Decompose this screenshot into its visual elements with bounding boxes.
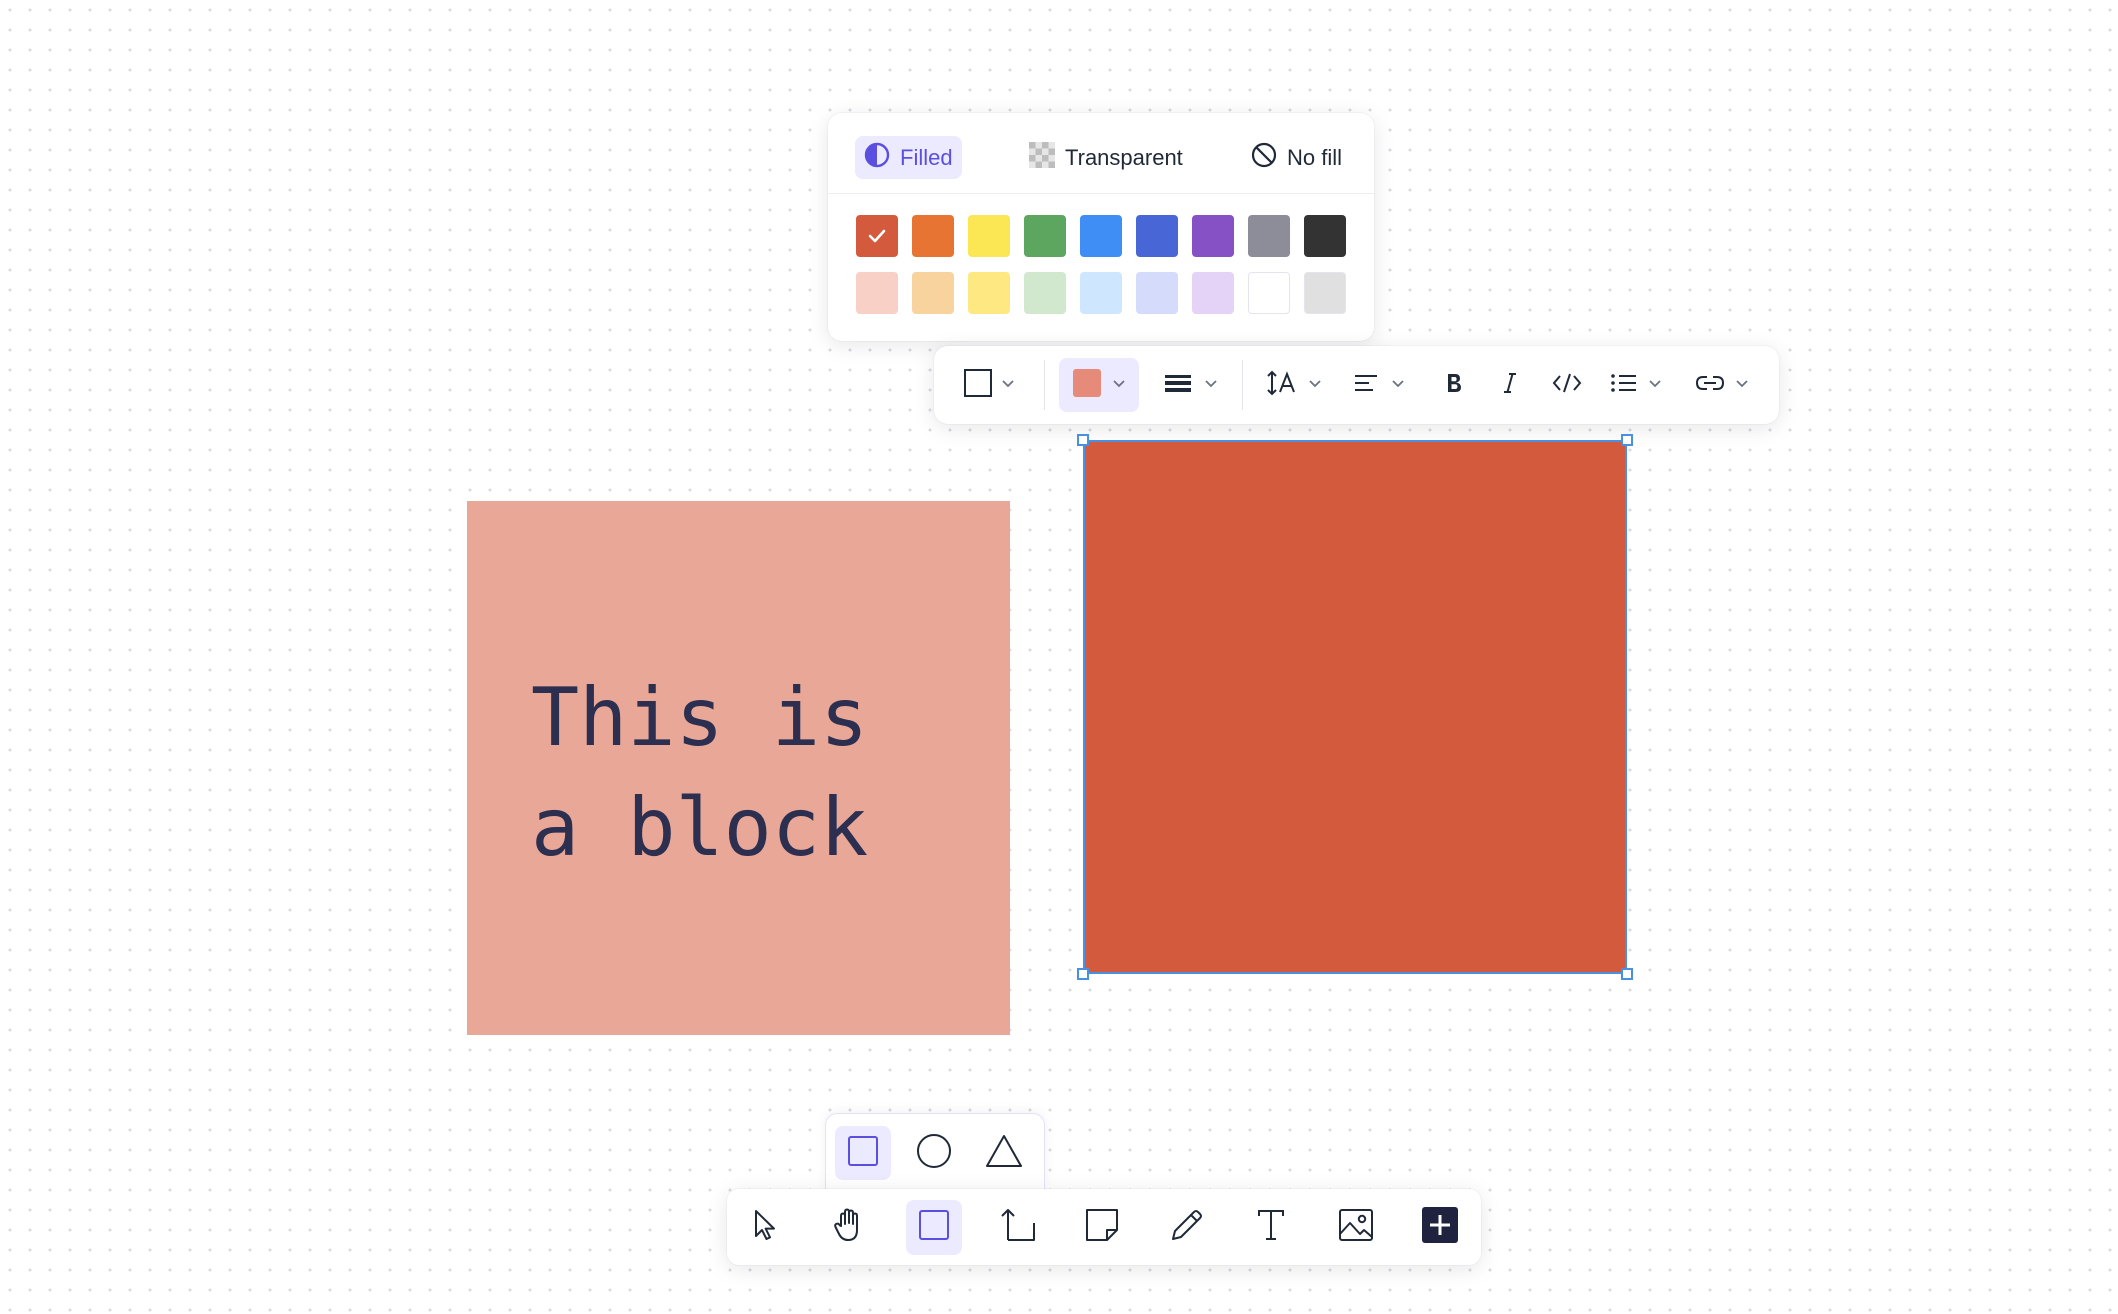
color-swatch[interactable] — [1192, 272, 1234, 314]
shape-circle-button[interactable] — [906, 1126, 962, 1180]
resize-handle-bottom-left[interactable] — [1077, 968, 1089, 980]
list-icon — [1610, 372, 1638, 399]
sticky-note-tool-button[interactable] — [1074, 1200, 1130, 1255]
shape-icon — [918, 1209, 950, 1246]
link-icon — [1695, 373, 1725, 398]
color-swatch[interactable] — [856, 215, 898, 257]
shape-picker — [825, 1113, 1045, 1190]
color-swatch[interactable] — [1136, 215, 1178, 257]
shape-triangle-button[interactable] — [976, 1126, 1032, 1180]
circle-icon — [916, 1133, 952, 1174]
chevron-down-icon — [1001, 376, 1015, 394]
color-swatch[interactable] — [1304, 272, 1346, 314]
resize-handle-top-right[interactable] — [1621, 434, 1633, 446]
fill-color-dropdown[interactable] — [1059, 346, 1139, 424]
resize-handle-top-left[interactable] — [1077, 434, 1089, 446]
selected-shape-block[interactable] — [1077, 434, 1633, 980]
color-swatch[interactable] — [1080, 215, 1122, 257]
stroke-width-icon — [1164, 371, 1192, 400]
pen-tool-button[interactable] — [1159, 1200, 1215, 1255]
color-swatch[interactable] — [1248, 215, 1290, 257]
connector-icon — [999, 1207, 1037, 1248]
shape-tool-button[interactable] — [906, 1200, 962, 1255]
list-dropdown[interactable] — [1601, 346, 1671, 424]
color-swatch[interactable] — [912, 215, 954, 257]
color-swatch[interactable] — [1024, 272, 1066, 314]
text-align-icon — [1353, 372, 1379, 399]
chevron-down-icon — [1735, 376, 1749, 394]
chevron-down-icon — [1308, 376, 1322, 394]
text-size-dropdown[interactable] — [1259, 346, 1329, 424]
image-tool-button[interactable] — [1328, 1200, 1384, 1255]
color-swatch[interactable] — [1024, 215, 1066, 257]
fill-color-icon — [1072, 368, 1102, 403]
tab-filled[interactable]: Filled — [855, 136, 962, 179]
add-icon — [1422, 1207, 1458, 1248]
fill-mode-tabs: Filled Transparent No fill — [828, 113, 1374, 194]
bold-icon — [1444, 371, 1464, 400]
text-block[interactable]: This is a block — [467, 501, 1010, 1035]
text-icon — [1256, 1208, 1286, 1247]
add-button[interactable] — [1412, 1200, 1468, 1255]
bold-button[interactable] — [1430, 346, 1478, 424]
fill-popover: Filled Transparent No fill — [828, 113, 1374, 341]
hand-tool-button[interactable] — [821, 1200, 877, 1255]
stroke-width-dropdown[interactable] — [1156, 346, 1226, 424]
no-fill-icon — [1251, 142, 1277, 174]
checkerboard-icon — [1029, 141, 1055, 174]
color-swatch[interactable] — [912, 272, 954, 314]
text-align-dropdown[interactable] — [1344, 346, 1414, 424]
hand-icon — [832, 1207, 866, 1248]
sticky-note-icon — [1084, 1207, 1120, 1248]
image-icon — [1338, 1208, 1374, 1247]
link-dropdown[interactable] — [1686, 346, 1758, 424]
shape-border-icon — [963, 368, 993, 403]
select-tool-button[interactable] — [737, 1200, 793, 1255]
format-toolbar — [934, 346, 1779, 424]
tab-no-fill-label: No fill — [1287, 144, 1343, 170]
text-tool-button[interactable] — [1243, 1200, 1299, 1255]
tab-transparent-label: Transparent — [1065, 144, 1183, 170]
checkmark-icon — [856, 215, 898, 257]
resize-handle-bottom-right[interactable] — [1621, 968, 1633, 980]
color-swatch[interactable] — [968, 272, 1010, 314]
triangle-icon — [984, 1133, 1024, 1174]
main-toolbar — [727, 1189, 1481, 1265]
chevron-down-icon — [1648, 376, 1662, 394]
select-icon — [750, 1208, 780, 1247]
connector-tool-button[interactable] — [990, 1200, 1046, 1255]
color-swatch[interactable] — [1304, 215, 1346, 257]
color-swatch[interactable] — [1192, 215, 1234, 257]
color-swatch[interactable] — [1080, 272, 1122, 314]
color-swatch[interactable] — [1248, 272, 1290, 314]
shape-border-dropdown[interactable] — [954, 346, 1024, 424]
tab-filled-label: Filled — [900, 144, 953, 170]
half-circle-icon — [864, 142, 890, 174]
color-swatch[interactable] — [856, 272, 898, 314]
color-swatch[interactable] — [1136, 272, 1178, 314]
color-swatch[interactable] — [968, 215, 1010, 257]
block-text[interactable]: This is a block — [531, 663, 971, 883]
rectangle-icon — [847, 1135, 879, 1172]
code-icon — [1552, 372, 1582, 399]
chevron-down-icon — [1112, 376, 1126, 394]
tab-transparent[interactable]: Transparent — [1020, 136, 1192, 179]
tab-no-fill[interactable]: No fill — [1242, 136, 1351, 179]
text-size-icon — [1266, 370, 1298, 401]
italic-button[interactable] — [1486, 346, 1534, 424]
chevron-down-icon — [1391, 376, 1405, 394]
code-button[interactable] — [1542, 346, 1592, 424]
italic-icon — [1500, 371, 1520, 400]
shape-rectangle-button[interactable] — [835, 1126, 891, 1180]
pen-icon — [1169, 1207, 1205, 1248]
chevron-down-icon — [1204, 376, 1218, 394]
